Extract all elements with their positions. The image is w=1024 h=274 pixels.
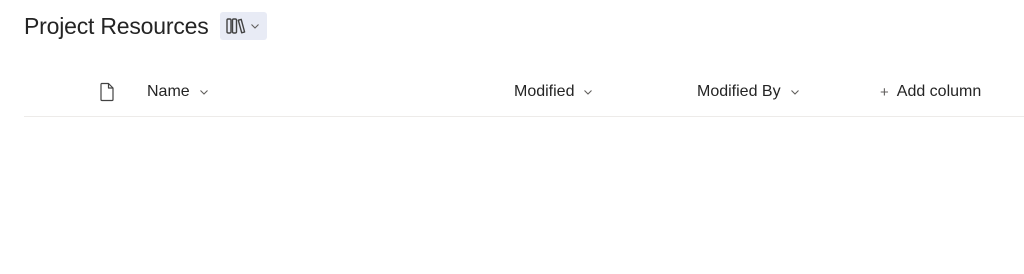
modified-column-header[interactable]: Modified [514, 68, 594, 116]
view-switcher-button[interactable] [219, 12, 267, 40]
add-column-label: Add column [896, 83, 982, 100]
modified-by-column-header[interactable]: Modified By [697, 68, 801, 116]
document-icon [98, 82, 116, 102]
modified-by-column-label: Modified By [697, 83, 781, 100]
column-header-row: Name Modified Modified By + Add column [24, 68, 1024, 117]
chevron-down-icon [789, 86, 801, 98]
file-type-column-header [98, 68, 116, 116]
plus-icon: + [880, 83, 889, 101]
page-title: Project Resources [24, 12, 209, 39]
chevron-down-icon [198, 86, 210, 98]
library-icon [225, 16, 247, 36]
add-column-button[interactable]: + Add column [880, 68, 981, 116]
name-column-label: Name [147, 83, 190, 100]
chevron-down-icon [582, 86, 594, 98]
name-column-header[interactable]: Name [147, 68, 210, 116]
chevron-down-icon [249, 20, 261, 32]
modified-column-label: Modified [514, 83, 575, 100]
document-library-page: Project Resources Name Modified Modified… [0, 0, 1024, 274]
library-header: Project Resources [24, 10, 267, 42]
